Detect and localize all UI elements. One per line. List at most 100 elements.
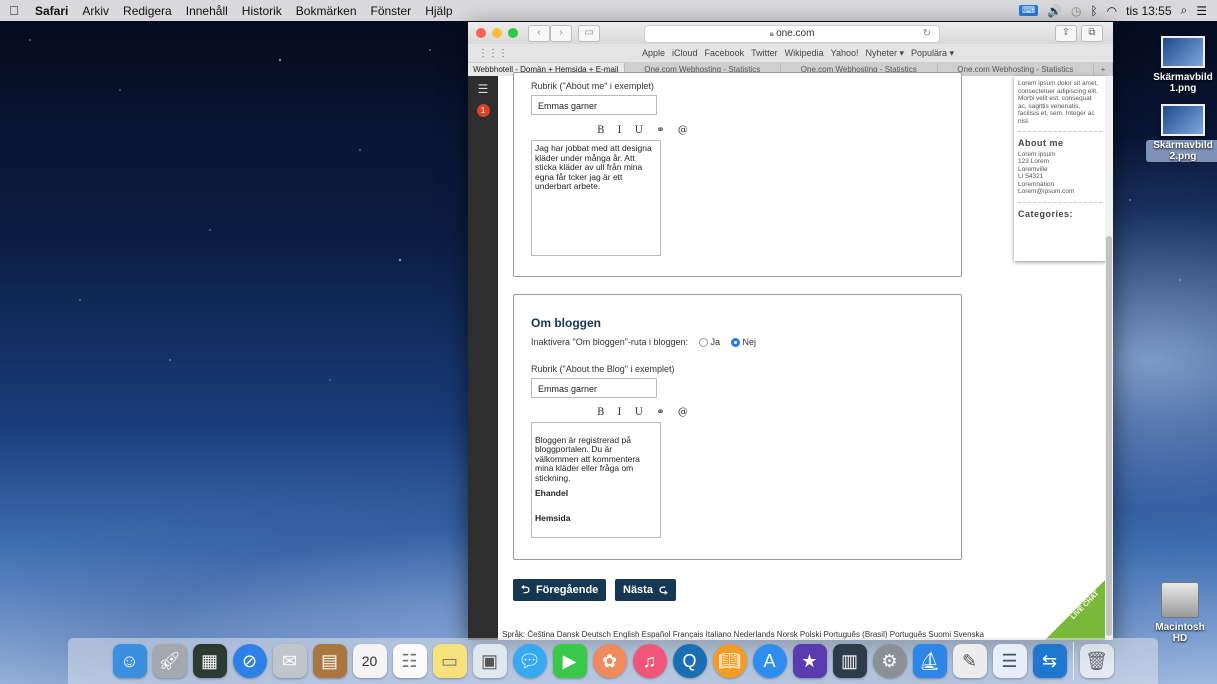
app-store-icon[interactable]: A — [752, 644, 787, 678]
hard-drive-icon — [1161, 582, 1199, 618]
zoom-window-icon[interactable] — [508, 28, 518, 38]
bluetooth-icon[interactable]: ᛒ — [1090, 4, 1097, 18]
arrow-forward-icon: ⮎ — [659, 584, 668, 596]
live-chat-button[interactable]: LIVE CHAT — [1045, 580, 1105, 640]
reminders-icon[interactable]: ☷ — [392, 644, 427, 678]
favorites-bar: ⋮⋮⋮ Apple iCloud Facebook Twitter Wikipe… — [468, 44, 1113, 63]
quicktime-icon[interactable]: Q — [672, 644, 707, 678]
next-button[interactable]: Nästa ⮎ — [615, 579, 676, 601]
scrollbar-thumb[interactable] — [1106, 236, 1112, 636]
wifi-icon[interactable]: ◠ — [1107, 4, 1117, 18]
desktop-file-label: Skärmavbild 2.png — [1146, 140, 1217, 162]
messages-icon[interactable]: 💬︎ — [512, 644, 547, 678]
volume-icon[interactable]: 🔊 — [1047, 4, 1062, 18]
about-blog-editor-toolbar[interactable]: B I U ⚭ @ — [597, 407, 693, 418]
menu-historik[interactable]: Historik — [235, 4, 289, 18]
safari-icon[interactable]: ⊘ — [232, 644, 267, 678]
menu-bokmarken[interactable]: Bokmärken — [289, 4, 364, 18]
macintosh-hd[interactable]: Macintosh HD — [1150, 582, 1210, 644]
film-editor-icon[interactable]: ▥ — [832, 644, 867, 678]
menu-app-name[interactable]: Safari — [28, 4, 75, 18]
fav-icloud[interactable]: iCloud — [672, 48, 698, 59]
dock: ☺ 🚀︎ ▦ ⊘ ✉ ▤ 20 ☷ ▭ ▣ 💬︎ ▶ ✿ ♫ Q 📖︎ A ★ … — [68, 638, 1158, 684]
imovie-icon[interactable]: ★ — [792, 644, 827, 678]
address-bar[interactable]: 🔒︎ one.com ↻ — [644, 25, 940, 43]
close-window-icon[interactable] — [476, 28, 486, 38]
notification-center-icon[interactable]: ☰ — [1196, 4, 1207, 18]
fav-twitter[interactable]: Twitter — [751, 48, 778, 59]
safari-window: ‹ › ▭ 🔒︎ one.com ↻ ⇪ ⧉ ⋮⋮⋮ Apple iCloud … — [468, 22, 1113, 640]
about-blog-textarea[interactable]: Bloggen är registrerad på bloggportalen.… — [531, 422, 661, 538]
radio-ja[interactable] — [698, 338, 708, 347]
image-file-icon — [1161, 36, 1205, 68]
system-preferences-icon[interactable]: ⚙ — [872, 644, 907, 678]
previous-button[interactable]: ⮌ Föregående — [513, 579, 607, 601]
about-blog-box: Om bloggen Inaktivera "Om bloggen"-ruta … — [513, 294, 962, 560]
apple-menu-icon[interactable]:  — [0, 3, 28, 18]
textedit-icon[interactable]: ✎ — [952, 644, 987, 678]
admin-sidebar: ☰ 1 — [468, 76, 498, 640]
radio-ja-label: Ja — [710, 337, 721, 347]
menu-arkiv[interactable]: Arkiv — [75, 4, 116, 18]
about-blog-heading-label: Rubrik ("About the Blog" i exemplet) — [531, 364, 675, 374]
image-file-icon — [1161, 104, 1205, 136]
back-button[interactable]: ‹ — [528, 24, 550, 42]
filezilla-icon[interactable]: ⛵︎ — [912, 644, 947, 678]
ibooks-icon[interactable]: 📖︎ — [712, 644, 747, 678]
about-me-textarea[interactable]: Jag har jobbat med att designa kläder un… — [531, 140, 661, 256]
disable-about-blog-row: Inaktivera "Om bloggen"-ruta i bloggen: … — [531, 337, 756, 347]
menu-redigera[interactable]: Redigera — [116, 4, 179, 18]
keyboard-icon[interactable]: ⌨ — [1019, 5, 1038, 16]
photos-icon[interactable]: ✿ — [592, 644, 627, 678]
time-machine-icon[interactable]: ◷ — [1071, 4, 1081, 18]
menu-list-icon[interactable]: ☰ — [468, 82, 498, 96]
url-text: one.com — [776, 28, 815, 39]
dock-separator — [1072, 642, 1074, 680]
top-sites-icon[interactable]: ⋮⋮⋮ — [478, 48, 508, 59]
mission-control-icon[interactable]: ▦ — [192, 644, 227, 678]
trash-icon[interactable]: 🗑︎ — [1079, 644, 1114, 678]
launchpad-icon[interactable]: 🚀︎ — [152, 644, 187, 678]
desktop-file-2[interactable]: Skärmavbild 2.png — [1146, 104, 1217, 162]
about-blog-text: Bloggen är registrerad på bloggportalen.… — [535, 434, 640, 483]
calendar-icon[interactable]: 20 — [352, 644, 387, 678]
notes-icon[interactable]: ▭ — [432, 644, 467, 678]
menu-fonster[interactable]: Fönster — [364, 4, 419, 18]
page-scrollbar[interactable] — [1105, 76, 1113, 640]
radio-nej-label: Nej — [742, 337, 757, 347]
teamviewer-icon[interactable]: ⇆ — [1032, 644, 1067, 678]
sidebar-toggle-icon[interactable]: ▭ — [578, 24, 600, 42]
contacts-icon[interactable]: ▤ — [312, 644, 347, 678]
about-me-heading-input[interactable]: Emmas garner — [531, 95, 657, 115]
fav-wikipedia[interactable]: Wikipedia — [785, 48, 824, 59]
tabs-overview-icon[interactable]: ⧉ — [1081, 25, 1103, 42]
fav-apple[interactable]: Apple — [642, 48, 665, 59]
fav-facebook[interactable]: Facebook — [705, 48, 745, 59]
preview-about-title: About me — [1018, 138, 1064, 148]
preview-app-icon[interactable]: ▣ — [472, 644, 507, 678]
document-icon[interactable]: ☰ — [992, 644, 1027, 678]
fav-nyheter[interactable]: Nyheter ▾ — [865, 48, 904, 59]
menu-innehall[interactable]: Innehåll — [179, 4, 235, 18]
new-tab-button[interactable]: + — [1094, 63, 1113, 77]
about-me-editor-toolbar[interactable]: B I U ⚭ @ — [597, 125, 693, 136]
notification-badge[interactable]: 1 — [476, 104, 490, 117]
reload-icon[interactable]: ↻ — [923, 26, 931, 42]
forward-button[interactable]: › — [550, 24, 572, 42]
desktop-file-label: Skärmavbild 1.png — [1153, 72, 1213, 94]
previous-label: Föregående — [535, 584, 599, 596]
share-icon[interactable]: ⇪ — [1055, 25, 1077, 42]
itunes-icon[interactable]: ♫ — [632, 644, 667, 678]
mail-icon[interactable]: ✉ — [272, 644, 307, 678]
facetime-icon[interactable]: ▶ — [552, 644, 587, 678]
spotlight-icon[interactable]: ⌕ — [1181, 3, 1188, 18]
menu-clock[interactable]: tis 13:55 — [1126, 4, 1171, 18]
menu-hjalp[interactable]: Hjälp — [418, 4, 459, 18]
radio-nej[interactable] — [730, 338, 740, 347]
desktop-file-1[interactable]: Skärmavbild 1.png — [1146, 36, 1217, 94]
finder-icon[interactable]: ☺ — [112, 644, 147, 678]
fav-populara[interactable]: Populära ▾ — [911, 48, 954, 59]
minimize-window-icon[interactable] — [492, 28, 502, 38]
about-blog-heading-input[interactable]: Emmas garner — [531, 378, 657, 398]
fav-yahoo[interactable]: Yahoo! — [831, 48, 859, 59]
